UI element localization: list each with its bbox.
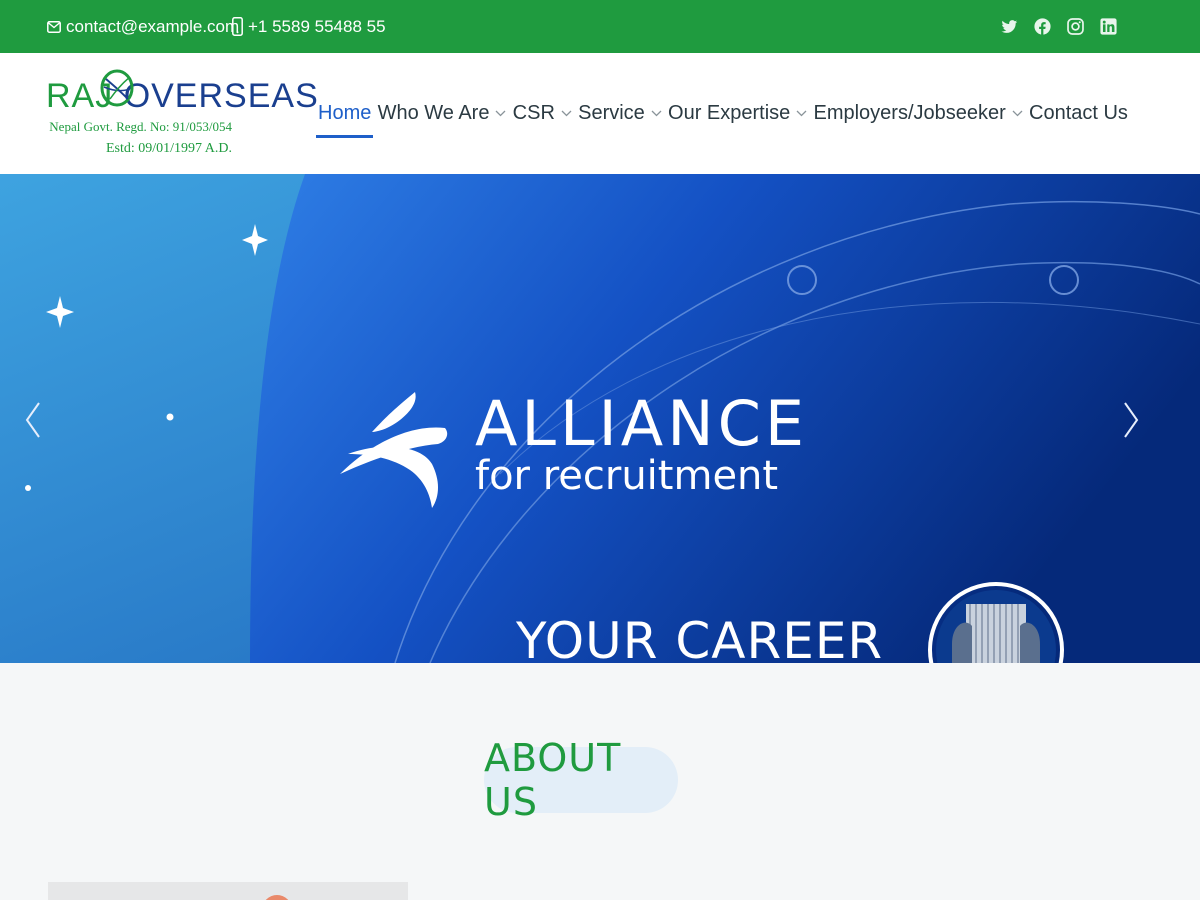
carousel-prev-button[interactable] bbox=[19, 400, 49, 440]
nav-item-label: CSR bbox=[512, 102, 555, 124]
hero-carousel: ALLIANCE for recruitment YOUR CAREER bbox=[0, 174, 1200, 663]
email-text: contact@example.com bbox=[66, 16, 240, 36]
chevron-down-icon bbox=[796, 110, 807, 117]
chevron-down-icon bbox=[1012, 110, 1023, 117]
nav-item-contact-us[interactable]: Contact Us bbox=[1029, 53, 1128, 174]
carousel-next-button[interactable] bbox=[1116, 400, 1146, 440]
envelope-icon bbox=[47, 20, 61, 33]
nav-item-service[interactable]: Service bbox=[578, 53, 662, 174]
phone-icon bbox=[232, 17, 243, 36]
nav-item-our-expertise[interactable]: Our Expertise bbox=[668, 53, 807, 174]
facebook-icon[interactable] bbox=[1033, 17, 1052, 36]
nav-item-label: Employers/Jobseeker bbox=[813, 102, 1006, 124]
logo-wordmark: RAJ OVERSEAS bbox=[46, 77, 319, 116]
about-image bbox=[48, 882, 408, 900]
nav-item-employers-jobseeker[interactable]: Employers/Jobseeker bbox=[813, 53, 1023, 174]
established-date: Estd: 09/01/1997 A.D. bbox=[105, 141, 232, 156]
social-links bbox=[1000, 0, 1118, 53]
phone-text: +1 5589 55488 55 bbox=[248, 16, 386, 36]
hero-brand-text: ALLIANCE for recruitment bbox=[475, 387, 809, 499]
hero-title: ALLIANCE bbox=[475, 387, 809, 460]
nav-item-who-we-are[interactable]: Who We Are bbox=[378, 53, 507, 174]
chevron-right-icon bbox=[1124, 402, 1139, 438]
phone-link[interactable]: +1 5589 55488 55 bbox=[232, 0, 386, 53]
globe-logo-icon bbox=[100, 69, 134, 107]
chevron-left-icon bbox=[25, 402, 40, 438]
registration-number: Nepal Govt. Regd. No: 91/053/054 bbox=[49, 119, 232, 134]
top-bar: contact@example.com +1 5589 55488 55 bbox=[0, 0, 1200, 53]
nav-item-label: Contact Us bbox=[1029, 102, 1128, 124]
hero-tagline: YOUR CAREER bbox=[516, 612, 884, 663]
chevron-down-icon bbox=[495, 110, 506, 117]
nav-item-csr[interactable]: CSR bbox=[513, 53, 572, 174]
nav-item-home[interactable]: Home bbox=[315, 53, 374, 174]
logo-word-overseas: OVERSEAS bbox=[123, 77, 319, 115]
main-nav: Home Who We Are CSR Service Our Expertis… bbox=[300, 53, 1128, 174]
nav-item-label: Home bbox=[318, 102, 372, 124]
about-image-accent bbox=[262, 895, 292, 900]
about-us-heading: ABOUT US bbox=[484, 736, 678, 824]
hero-subtitle: for recruitment bbox=[475, 453, 779, 499]
chevron-down-icon bbox=[561, 110, 572, 117]
twitter-icon[interactable] bbox=[1000, 17, 1019, 36]
site-header: RAJ OVERSEAS Nepal Govt. Regd. No: 91/05… bbox=[0, 53, 1200, 174]
nav-item-label: Service bbox=[578, 102, 645, 124]
nav-item-label: Our Expertise bbox=[668, 102, 791, 124]
about-us-heading-text: ABOUT US bbox=[484, 736, 622, 824]
instagram-icon[interactable] bbox=[1066, 17, 1085, 36]
linkedin-icon[interactable] bbox=[1099, 17, 1118, 36]
site-logo[interactable]: RAJ OVERSEAS Nepal Govt. Regd. No: 91/05… bbox=[46, 61, 318, 166]
email-link[interactable]: contact@example.com bbox=[47, 0, 239, 53]
nav-item-label: Who We Are bbox=[377, 102, 490, 124]
chevron-down-icon bbox=[651, 110, 662, 117]
